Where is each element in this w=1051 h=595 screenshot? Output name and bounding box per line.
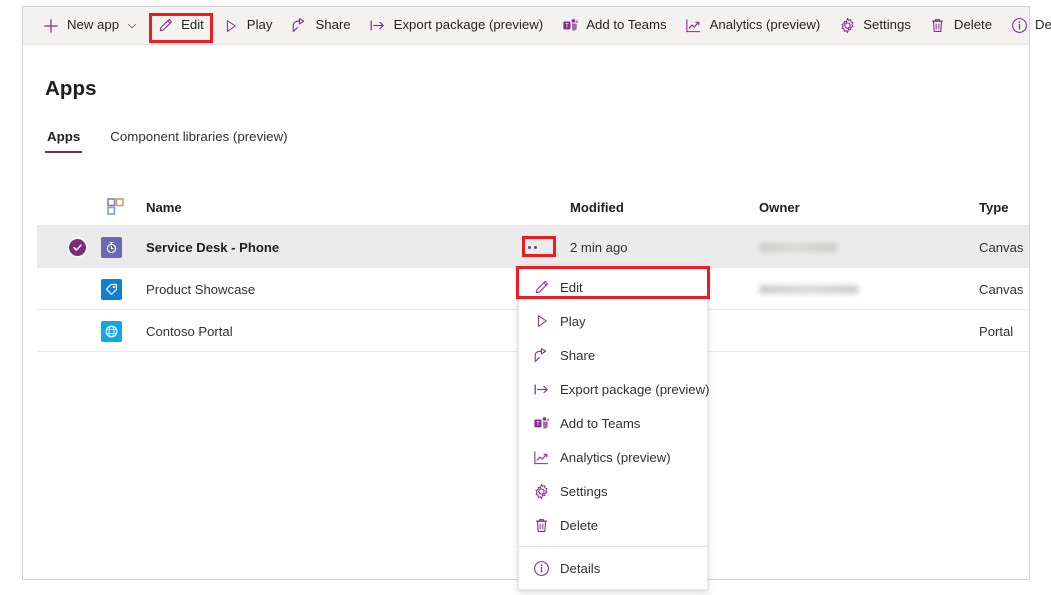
context-menu: Edit Play Share Export package (preview) T Ad… [518,265,708,590]
toolbar-item-label: Settings [863,18,911,32]
context-menu-item-label: Play [560,314,586,329]
app-owner-value [759,226,837,268]
toolbar-details-button[interactable]: Details [1001,11,1051,41]
toolbar-play-button[interactable]: Play [213,11,282,41]
context-menu-item-analytics-preview[interactable]: Analytics (preview) [519,440,707,474]
toolbar-item-label: New app [67,18,119,32]
trash-icon [533,517,550,534]
column-header-type[interactable]: Type [979,200,1009,215]
toolbar-settings-button[interactable]: Settings [829,11,920,41]
stopwatch-app-icon [101,237,122,258]
toolbar-new-app-button[interactable]: New app [33,11,147,41]
toolbar-item-label: Analytics (preview) [710,18,821,32]
context-menu-item-label: Add to Teams [560,416,640,431]
tab-apps[interactable]: Apps [45,129,82,153]
app-type-value: Portal [979,310,1013,352]
context-menu-item-add-to-teams[interactable]: T Add to Teams [519,406,707,440]
context-menu-item-edit[interactable]: Edit [519,270,707,304]
play-icon [533,313,550,330]
app-modified-value: 2 min ago [570,226,628,268]
column-header-modified[interactable]: Modified [570,200,624,215]
toolbar-export-package-preview-button[interactable]: Export package (preview) [360,11,553,41]
context-menu-item-delete[interactable]: Delete [519,508,707,542]
context-menu-item-label: Analytics (preview) [560,450,671,465]
gear-icon [533,483,550,500]
page-title: Apps [45,77,97,101]
pencil-icon [533,279,550,296]
toolbar-add-to-teams-button[interactable]: T Add to Teams [552,11,675,41]
context-menu-item-label: Delete [560,518,598,533]
teams-icon: T [533,415,550,432]
command-bar: New app Edit Play Share Export package (prev… [23,7,1029,45]
context-menu-item-settings[interactable]: Settings [519,474,707,508]
plus-icon [42,17,60,35]
svg-text:T: T [536,421,540,427]
toolbar-item-label: Details [1035,18,1051,32]
redacted-owner-name [759,285,859,294]
grid-view-icon[interactable] [107,198,124,215]
app-type-value: Canvas [979,268,1023,310]
app-type-value: Canvas [979,226,1023,268]
row-overflow-button[interactable] [509,226,549,268]
column-header-owner[interactable]: Owner [759,200,800,215]
app-type-icon-cell [101,268,129,310]
tab-label: Component libraries (preview) [110,129,287,144]
context-menu-item-label: Export package (preview) [560,382,710,397]
toolbar-item-label: Delete [954,18,992,32]
toolbar-item-label: Share [315,18,350,32]
toolbar-item-label: Edit [181,18,204,32]
redacted-owner-name [759,243,837,252]
column-header-name[interactable]: Name [146,200,182,215]
content-frame: New app Edit Play Share Export package (prev… [22,6,1030,580]
toolbar-edit-button[interactable]: Edit [147,11,213,41]
app-name-link[interactable]: Service Desk - Phone [146,226,279,268]
analytics-icon [533,449,550,466]
app-name-link[interactable]: Product Showcase [146,268,255,310]
context-menu-item-details[interactable]: Details [519,551,707,585]
app-type-icon-cell [101,226,129,268]
gear-icon [838,17,856,35]
context-menu-item-export-package-preview[interactable]: Export package (preview) [519,372,707,406]
info-icon [1010,17,1028,35]
export-icon [369,17,387,35]
table-row[interactable]: Service Desk - Phone 2 min ago Canvas [37,226,1029,268]
chevron-down-icon[interactable] [126,20,138,32]
portal-app-icon [101,321,122,342]
pivot-tabs: Apps Component libraries (preview) [45,129,316,153]
context-menu-item-share[interactable]: Share [519,338,707,372]
toolbar-item-label: Play [247,18,273,32]
app-name-link[interactable]: Contoso Portal [146,310,233,352]
export-icon [533,381,550,398]
tab-component-libraries-preview[interactable]: Component libraries (preview) [108,129,289,153]
tab-label: Apps [47,129,80,144]
context-menu-item-label: Settings [560,484,608,499]
context-menu-item-label: Share [560,348,595,363]
app-type-icon-cell [101,310,129,352]
toolbar-analytics-preview-button[interactable]: Analytics (preview) [676,11,830,41]
share-icon [290,17,308,35]
teams-icon: T [561,17,579,35]
toolbar-delete-button[interactable]: Delete [920,11,1001,41]
context-menu-item-play[interactable]: Play [519,304,707,338]
play-icon [222,17,240,35]
toolbar-item-label: Export package (preview) [394,18,544,32]
context-menu-item-label: Edit [560,280,583,295]
check-icon [69,239,86,256]
toolbar-share-button[interactable]: Share [281,11,359,41]
list-header: Name Modified Owner Type [37,189,1029,226]
toolbar-item-label: Add to Teams [586,18,666,32]
svg-text:T: T [565,24,569,30]
info-icon [533,560,550,577]
trash-icon [929,17,947,35]
ellipsis-icon [522,246,537,249]
analytics-icon [685,17,703,35]
context-menu-item-label: Details [560,561,600,576]
app-root: New app Edit Play Share Export package (prev… [0,0,1051,595]
share-icon [533,347,550,364]
menu-divider [519,546,707,547]
row-selected-checkmark[interactable] [65,226,89,268]
app-owner-value [759,268,859,310]
tag-app-icon [101,279,122,300]
pencil-icon [156,17,174,35]
